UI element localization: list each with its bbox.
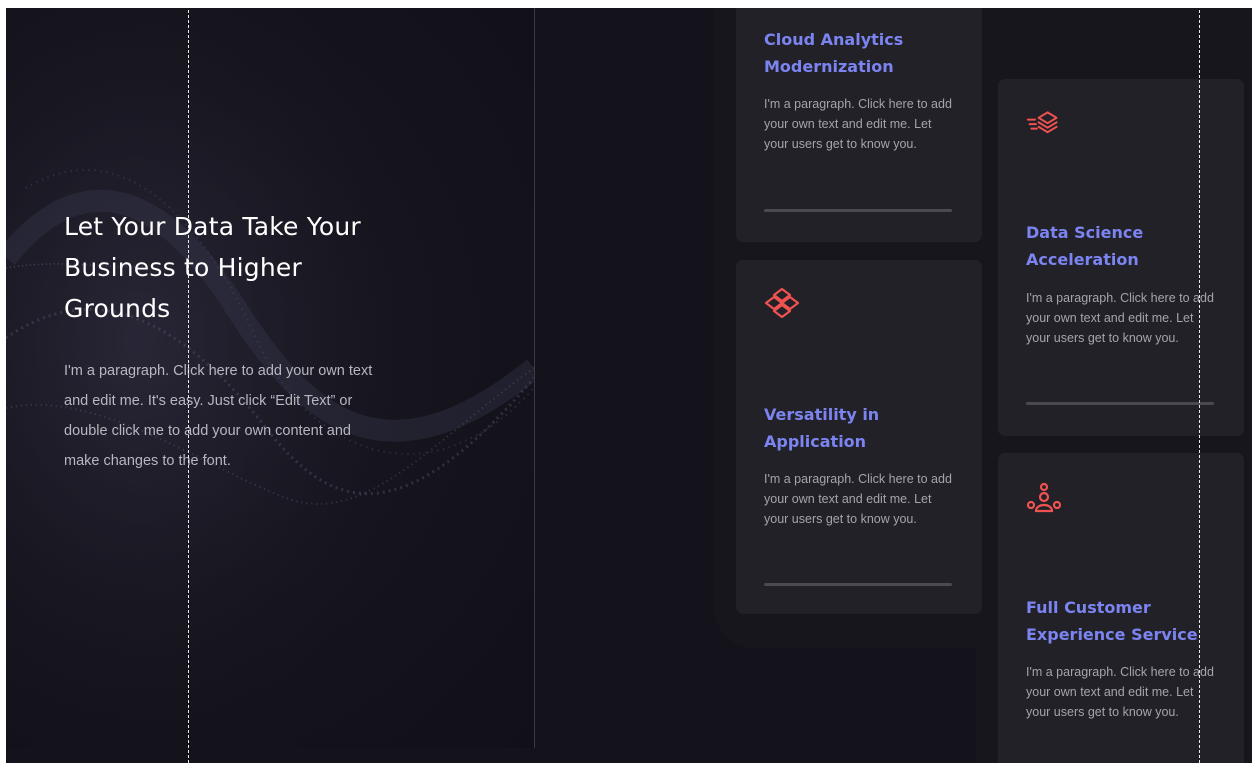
card-title: Full Customer Experience Service	[1026, 598, 1198, 644]
card-title: Versatility in Application	[764, 405, 880, 451]
editor-guide-line-right	[1199, 0, 1200, 763]
editor-guide-line-left	[188, 0, 189, 763]
people-network-icon	[1026, 482, 1062, 513]
card-title: Data Science Acceleration	[1026, 223, 1144, 269]
hero-title: Let Your Data Take Your Business to High…	[64, 212, 361, 323]
card-paragraph[interactable]: I'm a paragraph. Click here to add your …	[1026, 288, 1216, 348]
card-divider-bar	[764, 209, 952, 212]
layers-diamond-icon	[764, 287, 800, 319]
card-divider-bar	[764, 583, 952, 586]
service-card-cloud-analytics[interactable]: Cloud Analytics Modernization I'm a para…	[736, 8, 982, 242]
service-card-data-science[interactable]: Data Science Acceleration I'm a paragrap…	[998, 79, 1244, 436]
service-card-versatility[interactable]: Versatility in Application I'm a paragra…	[736, 260, 982, 614]
card-title: Cloud Analytics Modernization	[764, 30, 904, 76]
service-card-customer-experience[interactable]: Full Customer Experience Service I'm a p…	[998, 453, 1244, 763]
stacked-layers-speed-icon	[1026, 111, 1058, 134]
section-divider	[534, 8, 535, 748]
page-section: Let Your Data Take Your Business to High…	[6, 8, 1252, 763]
card-divider-bar	[1026, 402, 1214, 405]
card-paragraph[interactable]: I'm a paragraph. Click here to add your …	[764, 94, 954, 154]
hero-panel: Let Your Data Take Your Business to High…	[6, 8, 534, 748]
card-paragraph[interactable]: I'm a paragraph. Click here to add your …	[764, 469, 954, 529]
hero-paragraph[interactable]: I'm a paragraph. Click here to add your …	[64, 356, 374, 476]
card-paragraph[interactable]: I'm a paragraph. Click here to add your …	[1026, 662, 1216, 722]
